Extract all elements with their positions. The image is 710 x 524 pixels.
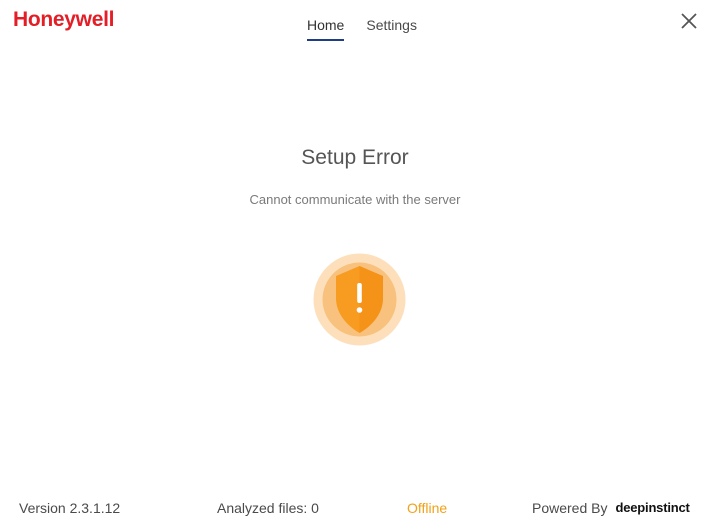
warning-shield-icon xyxy=(313,253,406,346)
version-label: Version 2.3.1.12 xyxy=(19,500,121,516)
tab-home[interactable]: Home xyxy=(307,16,345,41)
status-title: Setup Error xyxy=(301,146,409,169)
connection-status: Offline xyxy=(407,500,448,516)
tab-settings[interactable]: Settings xyxy=(366,16,417,41)
top-nav: Home Settings xyxy=(307,16,417,41)
powered-by-label: Powered By xyxy=(532,500,608,516)
powered-by: Powered By deepinstinct xyxy=(532,500,690,516)
analyzed-files-count: Analyzed files: 0 xyxy=(217,500,319,516)
deepinstinct-logo: deepinstinct xyxy=(615,500,690,515)
honeywell-logo: Honeywell xyxy=(13,8,115,31)
close-button[interactable] xyxy=(678,10,700,32)
status-message: Cannot communicate with the server xyxy=(249,192,461,207)
close-icon xyxy=(681,13,697,29)
